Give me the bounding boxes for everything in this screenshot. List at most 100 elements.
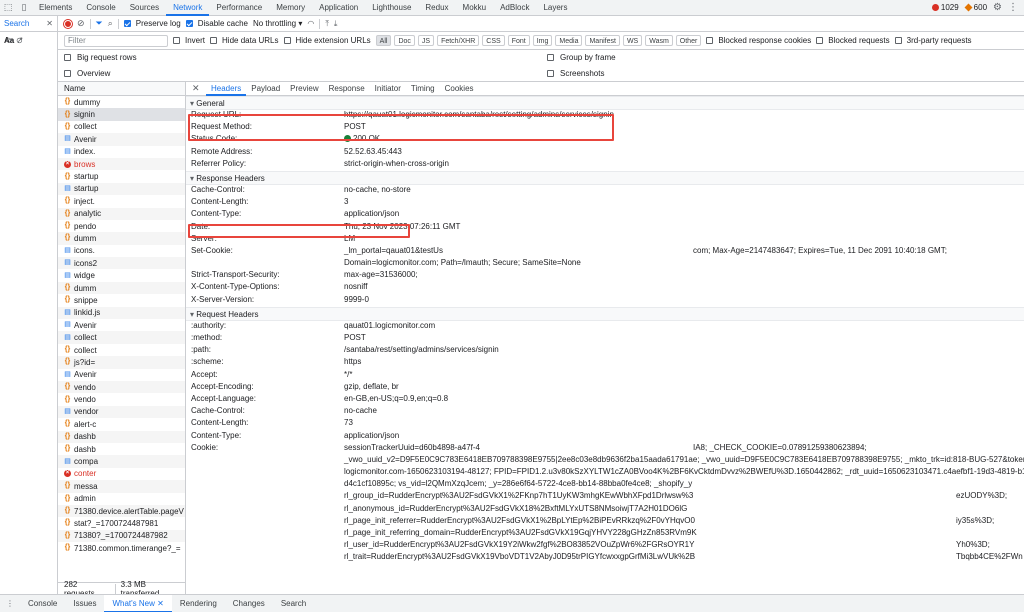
tab-network[interactable]: Network: [166, 0, 210, 16]
drawer-tab-rendering[interactable]: Rendering: [172, 595, 225, 612]
throttling-select[interactable]: No throttling ▾: [253, 19, 302, 28]
filter-font[interactable]: Font: [507, 35, 530, 46]
tab-headers[interactable]: Headers: [206, 82, 247, 96]
request-row[interactable]: ▤ icons.: [58, 245, 185, 257]
drawer-tab-search[interactable]: Search: [273, 595, 314, 612]
request-row[interactable]: ▤ collect: [58, 331, 185, 344]
tab-performance[interactable]: Performance: [209, 0, 269, 16]
request-row[interactable]: {} vendo: [58, 380, 185, 394]
hide-extension-urls-checkbox[interactable]: [283, 37, 291, 44]
tab-elements[interactable]: Elements: [32, 0, 79, 16]
request-row[interactable]: {} collect: [58, 121, 185, 133]
request-row[interactable]: × conter: [58, 468, 185, 480]
device-toolbar-icon[interactable]: ▯: [16, 0, 32, 16]
general-section-header[interactable]: General: [186, 96, 1024, 110]
response-headers-section-header[interactable]: Response Headers: [186, 170, 1024, 185]
overview-checkbox[interactable]: [64, 70, 71, 77]
filter-icon[interactable]: ⏷: [96, 18, 103, 29]
request-row[interactable]: {} 71380.common.timerange?_=: [58, 542, 185, 554]
request-row[interactable]: {} pendo: [58, 220, 185, 232]
tab-mokku[interactable]: Mokku: [456, 0, 494, 16]
group-by-frame-checkbox[interactable]: [547, 54, 554, 61]
filter-media[interactable]: Media: [555, 35, 583, 46]
more-options-icon[interactable]: ⋮: [1008, 2, 1018, 13]
request-row[interactable]: {} dashb: [58, 443, 185, 455]
filter-all[interactable]: All: [375, 35, 392, 46]
request-row[interactable]: {} 71380?_=1700724487982: [58, 529, 185, 543]
filter-wasm[interactable]: Wasm: [645, 35, 673, 46]
third-party-checkbox[interactable]: [894, 37, 902, 44]
request-row[interactable]: {} 71380.device.alertTable.pageV: [58, 504, 185, 518]
inspect-icon[interactable]: ⬚: [0, 0, 16, 16]
invert-checkbox[interactable]: [173, 37, 180, 44]
tab-console[interactable]: Console: [79, 0, 122, 16]
overview-option[interactable]: Overview: [64, 69, 110, 78]
request-row[interactable]: {} js?id=: [58, 356, 185, 369]
request-row[interactable]: ▤ index.: [58, 146, 185, 158]
request-row[interactable]: {} startup: [58, 170, 185, 182]
request-headers-section-header[interactable]: Request Headers: [186, 306, 1024, 321]
request-row[interactable]: ▤ widge: [58, 269, 185, 281]
screenshots-checkbox[interactable]: [547, 70, 554, 77]
wifi-icon[interactable]: ◠: [307, 19, 314, 28]
request-row[interactable]: ▤ icons2: [58, 257, 185, 270]
preserve-log-checkbox[interactable]: [123, 20, 131, 27]
request-row[interactable]: {} dumm: [58, 281, 185, 295]
big-rows-checkbox[interactable]: [64, 54, 71, 61]
name-column-header[interactable]: Name: [58, 82, 185, 96]
request-row[interactable]: ▤ Avenir: [58, 133, 185, 146]
filter-js[interactable]: JS: [417, 35, 435, 46]
request-row[interactable]: ▤ vendor: [58, 405, 185, 419]
screenshots-option[interactable]: Screenshots: [547, 69, 604, 78]
request-row[interactable]: {} snippe: [58, 294, 185, 306]
drawer-tab-console[interactable]: Console: [20, 595, 65, 612]
request-row[interactable]: {} collect: [58, 344, 185, 356]
filter-fetch-xhr[interactable]: Fetch/XHR: [437, 35, 480, 46]
filter-ws[interactable]: WS: [622, 35, 643, 46]
tab-redux[interactable]: Redux: [418, 0, 455, 16]
warning-count-badge[interactable]: 600: [964, 3, 987, 12]
tab-payload[interactable]: Payload: [246, 82, 285, 96]
tab-layers[interactable]: Layers: [536, 0, 574, 16]
tab-application[interactable]: Application: [312, 0, 365, 16]
request-row[interactable]: {} signin: [58, 108, 185, 121]
blocked-requests-checkbox[interactable]: [816, 37, 824, 44]
request-row[interactable]: ▤ compa: [58, 455, 185, 468]
refresh-icon[interactable]: ⟳: [6, 36, 13, 45]
request-row[interactable]: {} analytic: [58, 207, 185, 220]
close-icon[interactable]: ✕: [46, 19, 53, 28]
request-row[interactable]: ▤ Avenir: [58, 369, 185, 381]
clear-icon[interactable]: ⊘: [77, 18, 85, 29]
tab-sources[interactable]: Sources: [123, 0, 166, 16]
export-icon[interactable]: ⤓: [334, 19, 338, 29]
tab-response[interactable]: Response: [324, 82, 370, 96]
more-tools-icon[interactable]: ⋮: [0, 599, 20, 608]
request-row[interactable]: {} alert-c: [58, 418, 185, 430]
group-by-frame-option[interactable]: Group by frame: [547, 53, 616, 62]
tab-preview[interactable]: Preview: [285, 82, 323, 96]
search-pane-tab[interactable]: Search ✕: [0, 16, 57, 32]
gear-icon[interactable]: ⚙: [993, 2, 1002, 13]
close-icon[interactable]: ✕: [155, 599, 164, 608]
filter-manifest[interactable]: Manifest: [585, 35, 620, 46]
error-count-badge[interactable]: 1029: [931, 3, 959, 12]
drawer-tab-changes[interactable]: Changes: [225, 595, 273, 612]
request-row[interactable]: {} admin: [58, 493, 185, 505]
clear-results-icon[interactable]: ⊘: [16, 36, 23, 45]
request-row[interactable]: {} dashb: [58, 430, 185, 443]
request-row[interactable]: {} dummy: [58, 96, 185, 108]
request-row[interactable]: {} vendo: [58, 393, 185, 405]
request-row[interactable]: ▤ startup: [58, 182, 185, 196]
blocked-cookies-checkbox[interactable]: [706, 37, 714, 44]
tab-cookies[interactable]: Cookies: [440, 82, 479, 96]
hide-data-urls-checkbox[interactable]: [210, 37, 218, 44]
request-row[interactable]: × brows: [58, 157, 185, 171]
request-row[interactable]: {} dumm: [58, 232, 185, 245]
request-row[interactable]: {} stat?_=1700724487981: [58, 517, 185, 529]
tab-initiator[interactable]: Initiator: [370, 82, 406, 96]
filter-other[interactable]: Other: [675, 35, 702, 46]
tab-timing[interactable]: Timing: [406, 82, 440, 96]
filter-doc[interactable]: Doc: [394, 35, 415, 46]
request-row[interactable]: {} inject.: [58, 195, 185, 207]
drawer-tab-issues[interactable]: Issues: [65, 595, 104, 612]
